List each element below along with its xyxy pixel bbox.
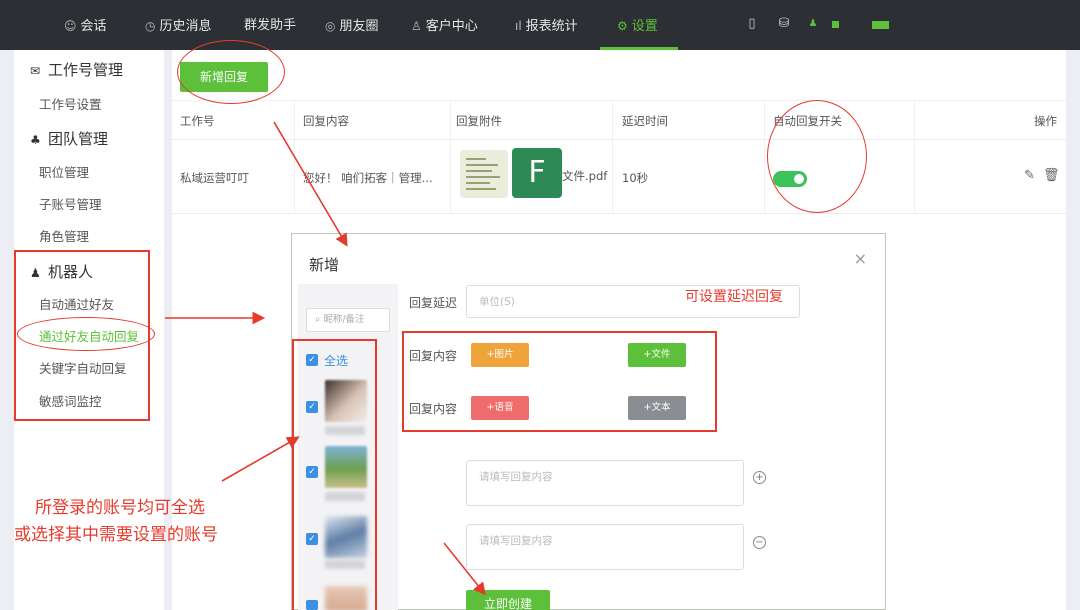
search-placeholder: 昵称/备注: [323, 314, 365, 325]
account-status-badge[interactable]: [872, 21, 889, 29]
wechat-icon: ✉: [30, 64, 41, 78]
remove-circle-icon[interactable]: −: [753, 536, 766, 549]
bar-chart-icon: ıl: [515, 19, 522, 33]
annotation-delay-note: 可设置延迟回复: [685, 289, 783, 305]
add-circle-icon[interactable]: +: [753, 471, 766, 484]
tab-customers[interactable]: ♙ 客户中心: [411, 0, 478, 50]
tab-label: 客户中心: [425, 19, 478, 34]
tab-reports[interactable]: ıl 报表统计: [515, 0, 578, 50]
sidebar-item-sub-accounts[interactable]: 子账号管理: [39, 194, 102, 213]
reply-content-textarea[interactable]: 请填写回复内容: [466, 460, 744, 506]
account-search-input[interactable]: ⌕ 昵称/备注: [306, 308, 390, 332]
moments-icon: ◎: [325, 19, 336, 33]
sidebar-item-positions[interactable]: 职位管理: [39, 162, 89, 181]
cell-attachment-name: 文件.pdf: [562, 169, 608, 183]
chat-icon: ☺: [64, 19, 77, 33]
tab-moments[interactable]: ◎ 朋友圈: [325, 0, 379, 50]
column-header-actions: 操作: [1034, 114, 1057, 128]
annotation-select-note-line1: 所登录的账号均可全选: [35, 498, 205, 518]
tab-settings[interactable]: ⚙ 设置: [600, 0, 678, 50]
tab-label: 会话: [80, 19, 107, 34]
cell-content: 您好！ 咱们拓客｜管理...: [303, 171, 433, 185]
column-header-delay: 延迟时间: [622, 114, 668, 128]
tab-label: 朋友圈: [339, 19, 379, 34]
book-icon[interactable]: ▯: [744, 16, 760, 32]
status-dot-icon: [832, 21, 839, 28]
tab-label: 历史消息: [159, 19, 212, 34]
tab-history[interactable]: ◷ 历史消息: [145, 0, 212, 50]
team-icon: ♣: [30, 133, 41, 147]
close-icon[interactable]: ×: [854, 249, 867, 268]
clock-icon: ◷: [145, 19, 156, 33]
tab-label: 设置: [631, 19, 658, 34]
sidebar-group-team[interactable]: ♣ 团队管理: [30, 128, 108, 149]
dialog-title: 新增: [309, 256, 340, 274]
user-icon: ♙: [411, 19, 422, 33]
table-row[interactable]: 私域运营叮叮 您好！ 咱们拓客｜管理... F 文件.pdf 10秒 ✎ 🗑: [172, 140, 1066, 214]
file-icon[interactable]: F: [512, 148, 562, 198]
column-header-content: 回复内容: [303, 114, 349, 128]
edit-icon[interactable]: ✎: [1024, 168, 1035, 183]
annotation-circle-active-item: [17, 317, 155, 351]
document-thumbnail[interactable]: [460, 150, 508, 198]
top-nav-bar: ☺ 会话 ◷ 历史消息 群发助手 ◎ 朋友圈 ♙ 客户中心 ıl 报表统计 ⚙ 设置 ▯ ⛁…: [0, 0, 1080, 50]
person-icon[interactable]: ♟: [805, 16, 821, 32]
table-header: 工作号 回复内容 回复附件 延迟时间 自动回复开关 操作: [172, 100, 1066, 140]
sidebar-group-label: 工作号管理: [48, 61, 124, 79]
delete-icon[interactable]: 🗑: [1043, 168, 1060, 183]
annotation-box-account-list: [292, 339, 377, 610]
sidebar-item-account-settings[interactable]: 工作号设置: [39, 94, 102, 113]
annotation-circle-add-button: [177, 40, 285, 104]
annotation-box-content-buttons: [402, 331, 717, 432]
sidebar-group-label: 团队管理: [48, 130, 109, 148]
gear-icon: ⚙: [617, 19, 628, 33]
tab-label: 报表统计: [525, 19, 578, 34]
create-now-button[interactable]: 立即创建: [466, 590, 550, 610]
column-header-attachment: 回复附件: [456, 114, 502, 128]
delay-label: 回复延迟: [409, 296, 458, 310]
tab-label: 群发助手: [244, 18, 297, 33]
tab-chat[interactable]: ☺ 会话: [64, 0, 107, 50]
column-header-account: 工作号: [180, 114, 215, 128]
sidebar-group-work-accounts[interactable]: ✉ 工作号管理: [30, 59, 123, 80]
annotation-select-note-line2: 或选择其中需要设置的账号: [14, 525, 218, 545]
reply-content-textarea[interactable]: 请填写回复内容: [466, 524, 744, 570]
annotation-circle-toggle: [767, 100, 867, 213]
sidebar-item-roles[interactable]: 角色管理: [39, 226, 89, 245]
cell-delay: 10秒: [622, 171, 649, 185]
cell-account: 私域运营叮叮: [180, 171, 249, 185]
database-icon[interactable]: ⛁: [776, 16, 792, 32]
